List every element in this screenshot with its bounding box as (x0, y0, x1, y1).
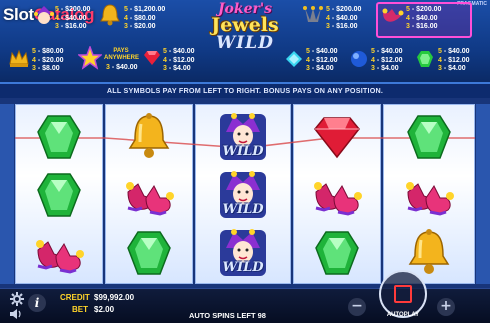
wild-label: WILD (222, 260, 264, 275)
settings-gear-icon[interactable] (10, 292, 24, 306)
bet-value: $2.00 (94, 305, 115, 314)
gold-bell-symbol (128, 113, 170, 158)
joker-pay-icon (34, 6, 54, 24)
bell-pay-values: 5 - $1,200.00 4 - $80.00 3 - $20.00 (124, 6, 166, 30)
rules-text: ALL SYMBOLS PAY FROM LEFT TO RIGHT. BONU… (0, 84, 490, 98)
cyan-gem-pay-values: 5 - $40.00 4 - $12.00 3 - $4.00 (306, 48, 338, 72)
crown-pay-icon (9, 49, 29, 67)
red-gem-symbol (314, 117, 360, 159)
green-gem-symbol (407, 115, 451, 159)
right-side-panel (476, 104, 490, 284)
wild-label: WILD (222, 144, 264, 159)
auto-spins-counter: AUTO SPINS LEFT 98 (189, 311, 266, 320)
autoplay-label: AUTOPLAY (386, 312, 420, 318)
star-pay-label: PAYS ANYWHERE (104, 48, 140, 61)
bet-label: BET (72, 305, 88, 314)
star-pay-value: 3 - $40.00 (106, 64, 138, 71)
crown-pay-values: 5 - $80.00 4 - $20.00 3 - $8.00 (32, 48, 64, 72)
reels-area: WILD WILD WILD (0, 98, 490, 288)
sound-speaker-icon[interactable] (9, 308, 23, 320)
wild-pay-values: 5 - $200.00 4 - $40.00 3 - $16.00 (406, 6, 442, 30)
jester-shoes-symbol (314, 182, 362, 216)
jester-shoes-symbol (36, 240, 84, 274)
credit-label: CREDIT (60, 293, 90, 302)
red-gem-pay-icon (144, 51, 160, 65)
jester-shoes-symbol (406, 182, 454, 216)
jester-hat-pay-values: 5 - $200.00 4 - $40.00 3 - $16.00 (326, 6, 362, 30)
wild-label: WILD (222, 202, 264, 217)
purple-gem-pay-values: 5 - $40.00 4 - $12.00 3 - $4.00 (371, 48, 403, 72)
star-pay-icon (78, 46, 102, 70)
green-gem-symbol (315, 231, 359, 275)
credit-value: $99,992.00 (94, 293, 135, 302)
title-line-3: WILD (216, 33, 274, 53)
increase-bet-button[interactable]: + (437, 298, 455, 316)
red-gem-pay-values: 5 - $40.00 4 - $12.00 3 - $4.00 (163, 48, 195, 72)
bell-pay-icon (100, 4, 120, 26)
joker-pay-values: 5 - $200.00 4 - $40.00 3 - $16.00 (55, 6, 91, 30)
paytable: SlotCatalog 5 - $200.00 4 - $40.00 3 - $… (0, 0, 490, 84)
green-gem-pay-values: 5 - $40.00 4 - $12.00 3 - $4.00 (438, 48, 470, 72)
green-gem-symbol (37, 173, 81, 217)
green-gem-symbol (37, 115, 81, 159)
purple-gem-pay-icon (351, 51, 367, 67)
left-side-panel (0, 104, 14, 284)
stop-autoplay-button[interactable] (379, 270, 427, 318)
cyan-gem-pay-icon (286, 51, 302, 67)
decrease-bet-button[interactable]: − (348, 298, 366, 316)
jester-hat-pay-icon (303, 6, 323, 22)
jester-shoes-pay-icon (382, 8, 404, 22)
stop-square-icon (394, 285, 412, 303)
game-title: Joker's Jewels WILD (195, 2, 295, 52)
green-gem-symbol (127, 231, 171, 275)
green-gem-pay-icon (417, 51, 433, 67)
jester-shoes-symbol (126, 182, 174, 216)
watermark-part1: Slot (3, 5, 34, 24)
gold-bell-symbol (408, 229, 450, 274)
info-icon[interactable]: i (28, 294, 46, 312)
